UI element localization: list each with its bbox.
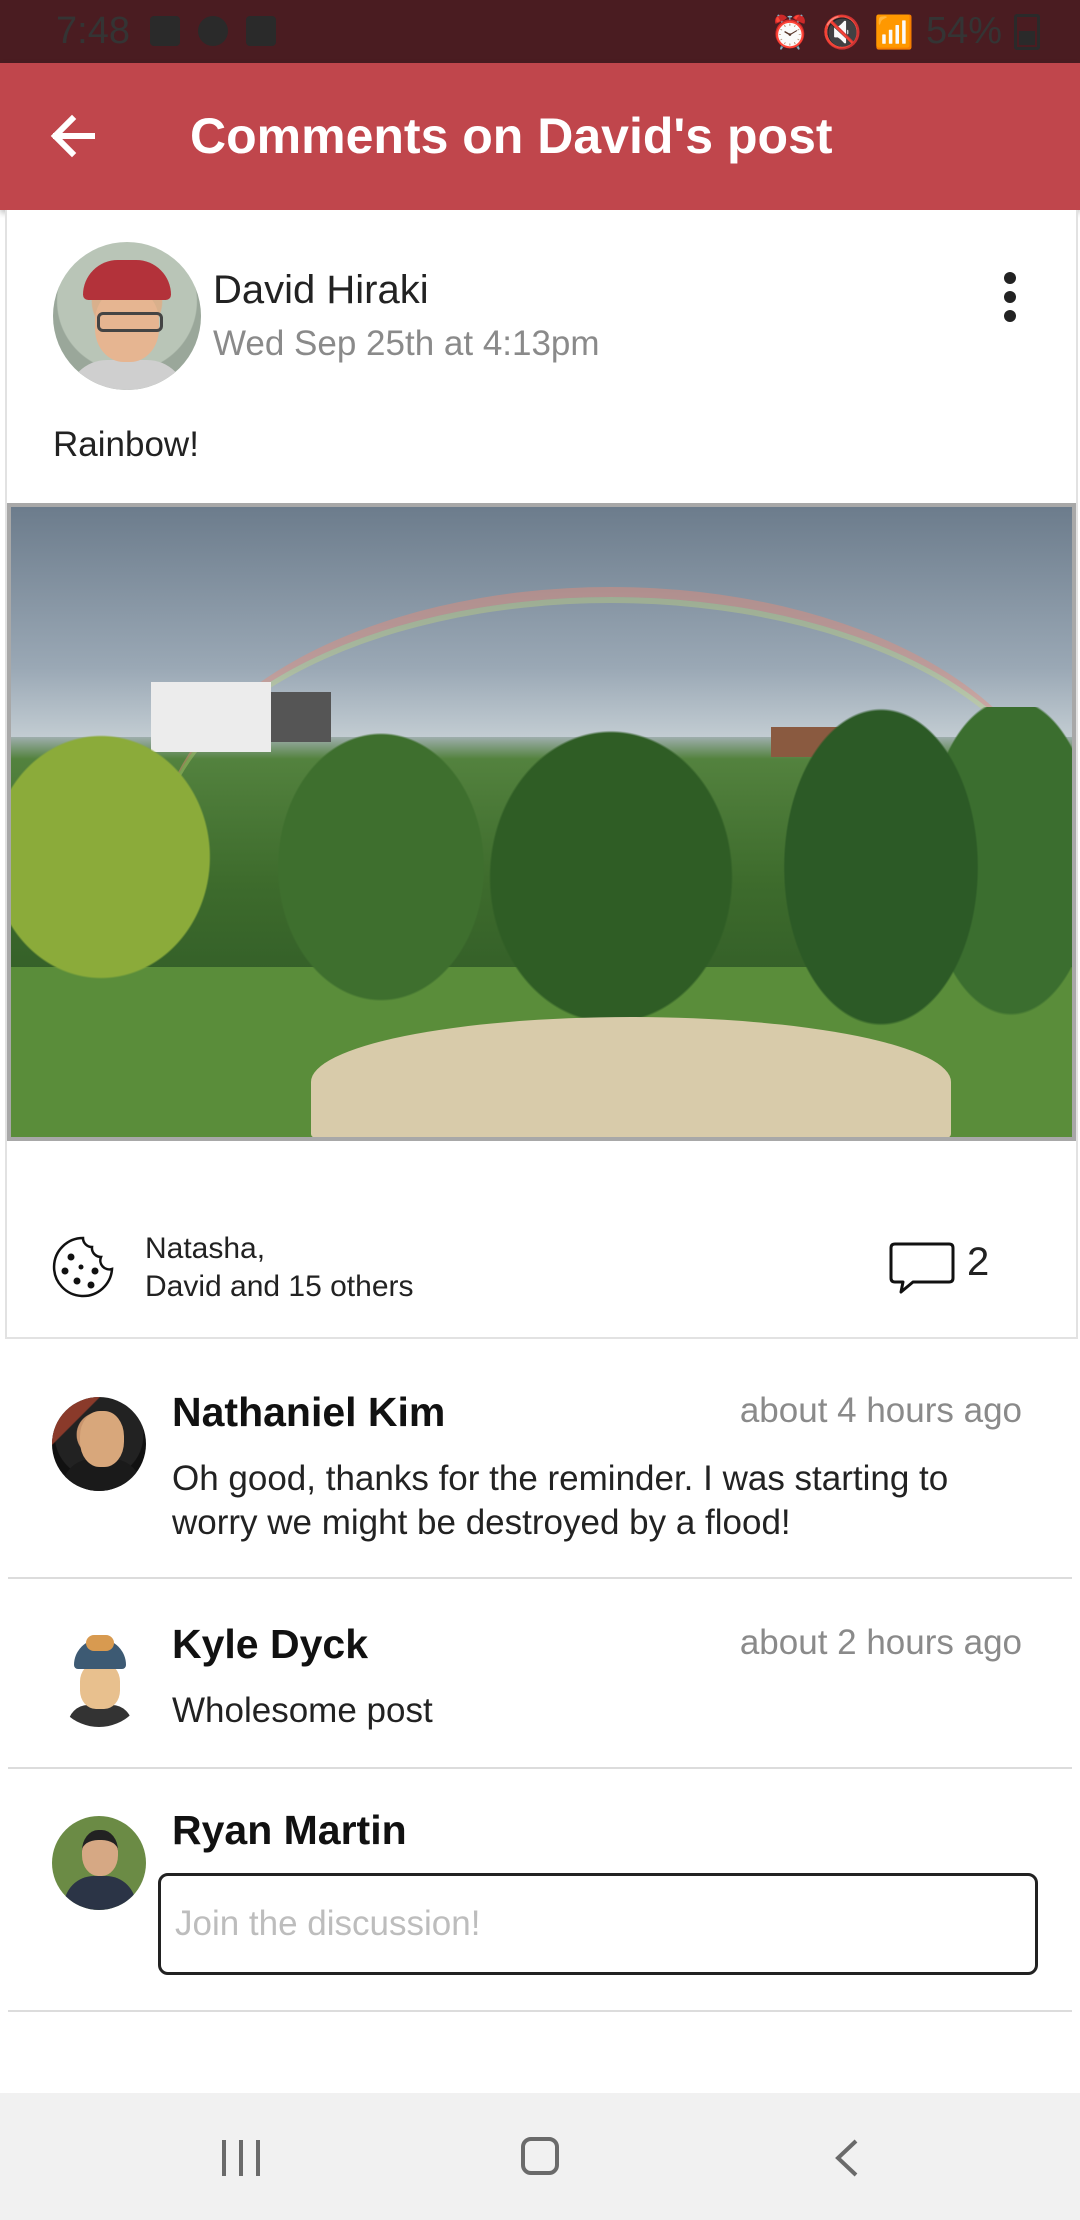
- composer-author-name: Ryan Martin: [172, 1807, 407, 1853]
- alarm-icon: ⏰: [770, 13, 811, 50]
- system-nav-bar: [0, 2093, 1080, 2220]
- avatar[interactable]: [52, 1816, 146, 1910]
- reactions-row: Natasha, David and 15 others 2: [7, 1220, 1076, 1310]
- gallery-icon: [150, 16, 180, 46]
- comment-item: Kyle Dyck about 2 hours ago Wholesome po…: [8, 1577, 1072, 1769]
- avatar[interactable]: [53, 242, 201, 390]
- comment-text: Wholesome post: [172, 1691, 433, 1730]
- comment-author-name[interactable]: Nathaniel Kim: [172, 1389, 445, 1436]
- wifi-icon: 📶: [874, 13, 914, 50]
- post-image[interactable]: [7, 503, 1076, 1141]
- app-notification-icon: [198, 16, 228, 46]
- recent-apps-icon[interactable]: [222, 2140, 260, 2176]
- page-title: Comments on David's post: [190, 108, 833, 164]
- system-icons: ⏰ 🔇 📶 54%: [770, 10, 1040, 53]
- notification-icons: [150, 16, 276, 46]
- post-text: Rainbow!: [53, 425, 199, 464]
- cookie-icon[interactable]: [51, 1235, 115, 1299]
- battery-icon: [1014, 13, 1040, 50]
- battery-percent: 54%: [925, 10, 1002, 52]
- home-icon[interactable]: [521, 2137, 559, 2175]
- more-options-icon[interactable]: [1000, 272, 1020, 322]
- reactions-text[interactable]: David and 15 others: [145, 1270, 414, 1304]
- back-icon[interactable]: [828, 2137, 868, 2179]
- app-bar: Comments on David's post: [0, 63, 1080, 210]
- comment-count: 2: [967, 1240, 990, 1284]
- comment-timestamp: about 2 hours ago: [739, 1623, 1022, 1662]
- post-timestamp: Wed Sep 25th at 4:13pm: [213, 324, 600, 363]
- comment-text: Oh good, thanks for the reminder. I was …: [172, 1459, 949, 1542]
- avatar[interactable]: [52, 1633, 146, 1727]
- status-bar: 7:48 ⏰ 🔇 📶 54%: [0, 0, 1080, 63]
- screen-record-icon: [246, 16, 276, 46]
- comment-input[interactable]: [158, 1873, 1038, 1975]
- status-time: 7:48: [56, 10, 130, 52]
- post-author-name[interactable]: David Hiraki: [213, 268, 429, 313]
- reactions-text[interactable]: Natasha,: [145, 1232, 265, 1266]
- mute-icon: 🔇: [822, 13, 863, 50]
- comment-author-name[interactable]: Kyle Dyck: [172, 1621, 368, 1668]
- avatar[interactable]: [52, 1397, 146, 1491]
- arrow-left-icon[interactable]: [40, 101, 110, 171]
- comment-timestamp: about 4 hours ago: [739, 1391, 1022, 1430]
- speech-bubble-icon[interactable]: [887, 1238, 957, 1296]
- post-card: David Hiraki Wed Sep 25th at 4:13pm Rain…: [5, 210, 1078, 1339]
- comment-item: Nathaniel Kim about 4 hours ago Oh good,…: [8, 1337, 1072, 1579]
